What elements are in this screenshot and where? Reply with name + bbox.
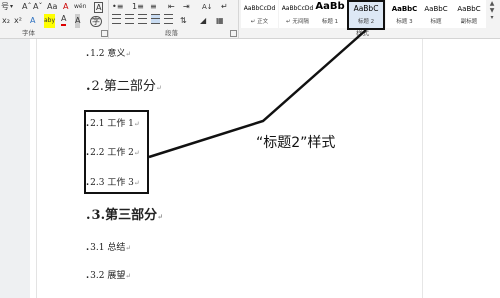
subscript-button[interactable]: x₂ xyxy=(2,14,10,28)
font-size-box[interactable]: 号 xyxy=(1,0,9,14)
char-border-button[interactable]: A xyxy=(94,2,104,13)
shading-icon[interactable]: ◢ xyxy=(200,14,206,28)
paragraph-group-label: 段落 xyxy=(165,29,178,37)
font-size-dropdown-icon[interactable]: ▾ xyxy=(10,0,13,14)
show-marks-button[interactable]: ↵ xyxy=(221,0,228,14)
paragraph-mark: ↵ xyxy=(125,244,132,252)
multilevel-icon[interactable]: ≡ xyxy=(150,0,157,14)
increase-indent-icon[interactable]: ⇥ xyxy=(183,0,190,14)
justify-icon[interactable] xyxy=(151,14,160,24)
sort-button[interactable]: A↓ xyxy=(202,0,213,14)
line-text: 2.第二部分 xyxy=(91,79,156,94)
style-sample: AaBbC xyxy=(424,5,448,13)
callout-box xyxy=(84,110,149,194)
list-bullet: . xyxy=(86,79,91,94)
style-heading-3[interactable]: AaBbC 标题 3 xyxy=(386,0,423,28)
styles-group-label: 样式 xyxy=(356,29,369,37)
list-bullet: . xyxy=(86,49,90,59)
paragraph-mark: ↵ xyxy=(157,212,163,221)
style-sample: AaBbC xyxy=(457,5,481,13)
heading-line[interactable]: .3.1 总结↵ xyxy=(86,240,131,253)
style-name: 标题 3 xyxy=(396,19,413,25)
change-case-button[interactable]: Aa xyxy=(47,0,57,14)
superscript-button[interactable]: x² xyxy=(14,14,22,28)
paragraph-mark: ↵ xyxy=(125,272,132,280)
decrease-indent-icon[interactable]: ⇤ xyxy=(168,0,175,14)
shrink-font-button[interactable]: Aˇ xyxy=(33,0,42,14)
paragraph-mark: ↵ xyxy=(155,84,162,92)
phonetic-guide-button[interactable]: wén xyxy=(74,0,86,14)
list-bullet: . xyxy=(86,208,91,223)
style-subtitle[interactable]: AaBbC 副标题 xyxy=(452,0,486,28)
gallery-highlight-box xyxy=(347,0,385,30)
style-sample: AaBbCcDd xyxy=(243,5,276,12)
char-shading-button[interactable]: A xyxy=(75,14,81,28)
paragraph-row-1: •≡ 1≡ ≡ ⇤ ⇥ A↓ ↵ xyxy=(110,0,237,14)
enclose-char-button[interactable]: 字 xyxy=(90,16,102,27)
align-left-icon[interactable] xyxy=(112,14,121,24)
ribbon: 号 ▾ Aˆ Aˇ Aa A wén A x₂ x² A aby A A 字 字… xyxy=(0,0,500,39)
style-name: 标题 xyxy=(430,19,442,25)
align-center-icon[interactable] xyxy=(125,14,134,24)
dialog-launcher-icon[interactable] xyxy=(101,30,108,37)
grow-font-button[interactable]: Aˆ xyxy=(22,0,31,14)
style-title[interactable]: AaBbC 标题 xyxy=(420,0,452,28)
paragraph-mark: ↵ xyxy=(125,50,132,58)
style-name: 副标题 xyxy=(460,19,478,25)
gallery-scroll-icon[interactable]: ▲ ▼ ▾ xyxy=(486,0,498,28)
style-normal[interactable]: AaBbCcDd ↵ 正文 xyxy=(241,0,278,28)
line-text: 1.2 意义 xyxy=(90,49,126,59)
paragraph-row-2: ⇅ ◢ ▦ xyxy=(110,14,237,28)
style-sample: AaBbC xyxy=(391,5,418,13)
left-margin xyxy=(0,39,30,298)
highlight-button[interactable]: aby xyxy=(44,14,56,28)
group-divider xyxy=(108,0,109,38)
style-sample: AaBb xyxy=(315,1,345,12)
group-divider xyxy=(238,0,239,38)
heading-line[interactable]: .1.2 意义↵ xyxy=(86,46,131,59)
style-name: 标题 1 xyxy=(321,19,339,25)
distributed-icon[interactable] xyxy=(164,14,173,24)
heading-line[interactable]: .3.第三部分↵ xyxy=(86,204,163,223)
page-edge xyxy=(36,39,37,298)
style-name: ↵ 正文 xyxy=(250,19,269,25)
heading-line[interactable]: .2.第二部分↵ xyxy=(86,75,162,94)
font-row-2: x₂ x² A aby A A 字 xyxy=(0,14,110,28)
borders-icon[interactable]: ▦ xyxy=(216,14,224,28)
bullets-icon[interactable]: •≡ xyxy=(112,0,123,14)
font-color-button[interactable]: A xyxy=(61,14,67,26)
clear-format-button[interactable]: A xyxy=(63,0,68,14)
style-no-spacing[interactable]: AaBbCcDd ↵ 无间隔 xyxy=(279,0,316,28)
list-bullet: . xyxy=(86,243,90,253)
paragraph-launcher-icon[interactable] xyxy=(230,30,237,37)
font-group-label: 字体 xyxy=(22,29,35,37)
callout-caption: “标题2”样式 xyxy=(256,135,336,151)
line-text: 3.第三部分 xyxy=(91,208,158,223)
style-heading-1[interactable]: AaBb 标题 1 xyxy=(313,0,347,28)
numbering-icon[interactable]: 1≡ xyxy=(132,0,144,14)
text-effects-button[interactable]: A xyxy=(30,14,35,28)
heading-line[interactable]: .3.2 展望↵ xyxy=(86,268,131,281)
style-name: ↵ 无间隔 xyxy=(286,19,309,25)
line-spacing-icon[interactable]: ⇅ xyxy=(180,14,187,28)
font-row-1: 号 ▾ Aˆ Aˇ Aa A wén A xyxy=(0,0,110,14)
right-margin xyxy=(422,39,500,298)
style-sample: AaBbCcDd xyxy=(281,5,314,12)
line-text: 3.2 展望 xyxy=(90,271,126,281)
list-bullet: . xyxy=(86,271,90,281)
align-right-icon[interactable] xyxy=(138,14,147,24)
line-text: 3.1 总结 xyxy=(90,243,126,253)
